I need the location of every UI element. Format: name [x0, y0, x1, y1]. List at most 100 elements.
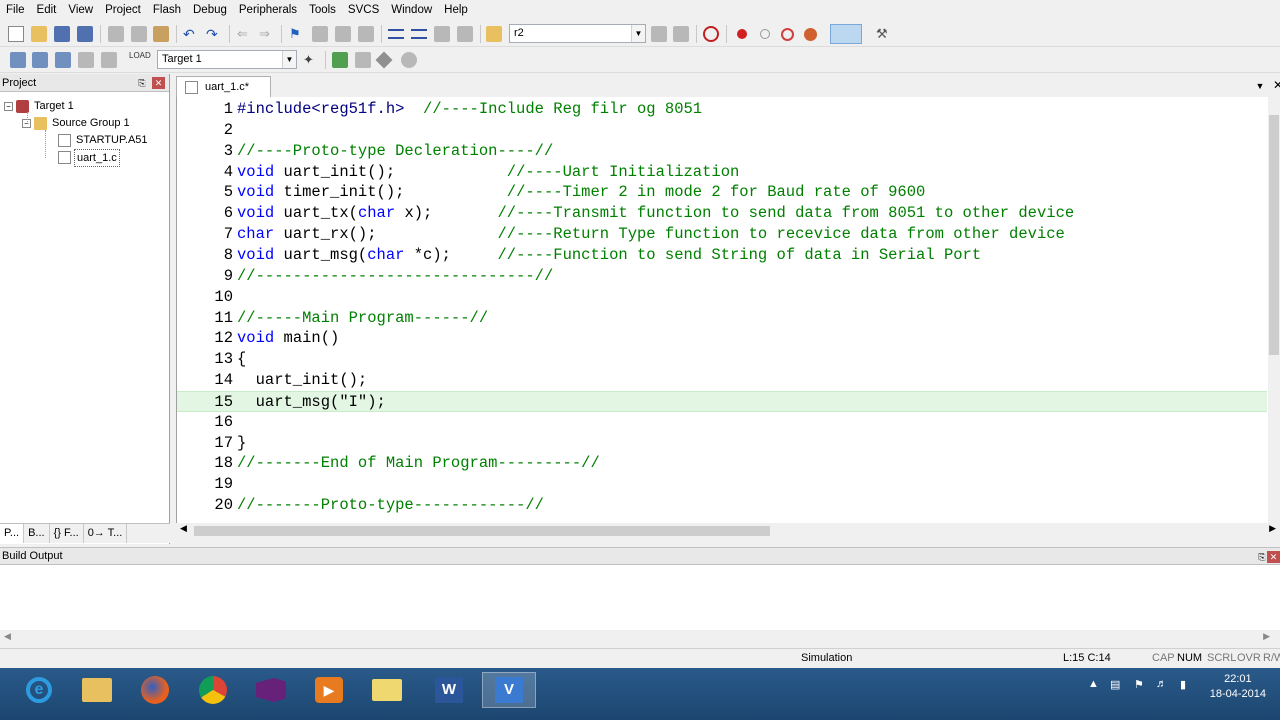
- close-icon[interactable]: ✕: [152, 77, 165, 89]
- nav-back-icon[interactable]: ⇐: [237, 26, 253, 42]
- tab-functions[interactable]: {} F...: [50, 524, 84, 543]
- tab-uart-1-c[interactable]: uart_1.c*: [176, 76, 271, 97]
- menu-item-peripherals[interactable]: Peripherals: [233, 0, 303, 20]
- menu-item-window[interactable]: Window: [385, 0, 438, 20]
- undo-icon[interactable]: ↶: [183, 26, 199, 42]
- tab-templates[interactable]: 0→ T...: [84, 524, 128, 543]
- tab-project[interactable]: P...: [0, 524, 25, 543]
- code-line[interactable]: 12 void main(): [177, 328, 1267, 349]
- network-icon[interactable]: ▤: [1110, 678, 1120, 691]
- tree-target[interactable]: − Target 1: [4, 98, 76, 114]
- copy-icon[interactable]: [131, 26, 147, 42]
- incremental-find-icon[interactable]: [673, 26, 689, 42]
- find-icon[interactable]: [651, 26, 667, 42]
- editor-horizontal-scrollbar[interactable]: ◀ ▶: [176, 523, 1280, 539]
- save-all-icon[interactable]: [77, 26, 93, 42]
- nav-forward-icon[interactable]: ⇒: [259, 26, 275, 42]
- pin-icon[interactable]: ⎘: [136, 77, 148, 89]
- kill-breakpoints-icon[interactable]: [804, 28, 817, 41]
- menu-item-help[interactable]: Help: [438, 0, 474, 20]
- menu-item-file[interactable]: File: [0, 0, 31, 20]
- ie-taskbar-icon[interactable]: e: [12, 672, 66, 708]
- volume-icon[interactable]: ♬: [1156, 678, 1167, 690]
- comment-icon[interactable]: [434, 26, 450, 42]
- chevron-down-icon[interactable]: ▼: [631, 25, 645, 42]
- tree-file-startup[interactable]: STARTUP.A51: [58, 132, 150, 148]
- batch-build-icon[interactable]: [78, 52, 94, 68]
- rebuild-icon[interactable]: [55, 52, 71, 68]
- manage-project-icon[interactable]: [355, 52, 371, 68]
- code-line[interactable]: 8 void uart_msg(char *c); //----Function …: [177, 245, 1267, 266]
- battery-icon[interactable]: ▮: [1180, 678, 1186, 691]
- code-line[interactable]: 11//-----Main Program------//: [177, 308, 1267, 329]
- code-line[interactable]: 19: [177, 474, 1267, 495]
- bookmark-clear-icon[interactable]: [358, 26, 374, 42]
- configure-icon[interactable]: ⚒: [876, 26, 892, 42]
- code-line[interactable]: 10: [177, 287, 1267, 308]
- menu-item-edit[interactable]: Edit: [31, 0, 63, 20]
- translate-icon[interactable]: [10, 52, 26, 68]
- code-line[interactable]: 15 uart_msg("I");: [177, 390, 1267, 412]
- flag-icon[interactable]: ⚑: [1134, 678, 1144, 691]
- unindent-icon[interactable]: [411, 29, 427, 39]
- code-line[interactable]: 14 uart_init();: [177, 370, 1267, 391]
- target-options-icon[interactable]: ✦: [303, 52, 319, 68]
- select-packs-icon[interactable]: [375, 51, 393, 69]
- code-line[interactable]: 9//------------------------------//: [177, 266, 1267, 287]
- build-icon[interactable]: [32, 52, 48, 68]
- tree-source-group[interactable]: − Source Group 1: [22, 115, 132, 131]
- code-line[interactable]: 5 void timer_init(); //----Timer 2 in mod…: [177, 182, 1267, 203]
- debug-session-icon[interactable]: [703, 26, 719, 42]
- find-in-files-icon[interactable]: [486, 26, 502, 42]
- clock[interactable]: 22:01 18-04-2014: [1210, 672, 1266, 702]
- media-player-taskbar-icon[interactable]: ▶: [302, 672, 356, 708]
- code-line[interactable]: 13{: [177, 349, 1267, 370]
- redo-icon[interactable]: ↷: [206, 26, 222, 42]
- folder-taskbar-icon[interactable]: [360, 672, 414, 708]
- new-file-icon[interactable]: [8, 26, 24, 42]
- code-line[interactable]: 16: [177, 412, 1267, 433]
- breakpoint-icon[interactable]: [737, 29, 747, 39]
- chevron-down-icon[interactable]: ▼: [282, 51, 296, 68]
- bookmark-icon[interactable]: ⚑: [289, 26, 305, 42]
- code-line[interactable]: 18//-------End of Main Program---------/…: [177, 453, 1267, 474]
- build-output-scrollbar[interactable]: ◀ ▶: [0, 630, 1280, 644]
- indent-icon[interactable]: [388, 29, 404, 39]
- download-icon[interactable]: LOAD: [129, 52, 151, 68]
- code-line[interactable]: 3//----Proto-type Decleration----//: [177, 141, 1267, 162]
- explorer-taskbar-icon[interactable]: [70, 672, 124, 708]
- chrome-taskbar-icon[interactable]: [186, 672, 240, 708]
- bookmark-next-icon[interactable]: [335, 26, 351, 42]
- target-combo[interactable]: Target 1 ▼: [157, 50, 297, 69]
- stop-build-icon[interactable]: [101, 52, 117, 68]
- menu-item-view[interactable]: View: [62, 0, 99, 20]
- code-line[interactable]: 20//-------Proto-type------------//: [177, 495, 1267, 516]
- code-editor[interactable]: 1 #include<reg51f.h> //----Include Reg fi…: [176, 97, 1280, 523]
- close-icon[interactable]: ✕: [1267, 551, 1280, 563]
- chevron-down-icon[interactable]: ▼: [1254, 80, 1266, 92]
- menu-item-tools[interactable]: Tools: [303, 0, 342, 20]
- menu-item-flash[interactable]: Flash: [147, 0, 187, 20]
- code-line[interactable]: 2: [177, 120, 1267, 141]
- uncomment-icon[interactable]: [457, 26, 473, 42]
- tray-expand-icon[interactable]: ▲: [1088, 678, 1099, 690]
- editor-vertical-scrollbar[interactable]: [1268, 97, 1280, 523]
- code-line[interactable]: 6 void uart_tx(char x); //----Transmit fu…: [177, 203, 1267, 224]
- window-layout-icon[interactable]: [830, 24, 862, 44]
- bookmark-prev-icon[interactable]: [312, 26, 328, 42]
- code-line[interactable]: 4 void uart_init(); //----Uart Initializa…: [177, 162, 1267, 183]
- code-line[interactable]: 17}: [177, 433, 1267, 454]
- word-taskbar-icon[interactable]: W: [422, 672, 476, 708]
- menu-item-project[interactable]: Project: [99, 0, 147, 20]
- save-icon[interactable]: [54, 26, 70, 42]
- code-line[interactable]: 7 char uart_rx(); //----Return Type funct…: [177, 224, 1267, 245]
- disable-breakpoints-icon[interactable]: [781, 28, 794, 41]
- cut-icon[interactable]: [108, 26, 124, 42]
- firefox-taskbar-icon[interactable]: [128, 672, 182, 708]
- menu-item-debug[interactable]: Debug: [187, 0, 233, 20]
- close-icon[interactable]: ✕: [1272, 79, 1280, 91]
- breakpoint-empty-icon[interactable]: [760, 29, 770, 39]
- find-combo[interactable]: r2 ▼: [509, 24, 646, 43]
- code-line[interactable]: 1 #include<reg51f.h> //----Include Reg fi…: [177, 99, 1267, 120]
- collapse-icon[interactable]: −: [4, 101, 13, 111]
